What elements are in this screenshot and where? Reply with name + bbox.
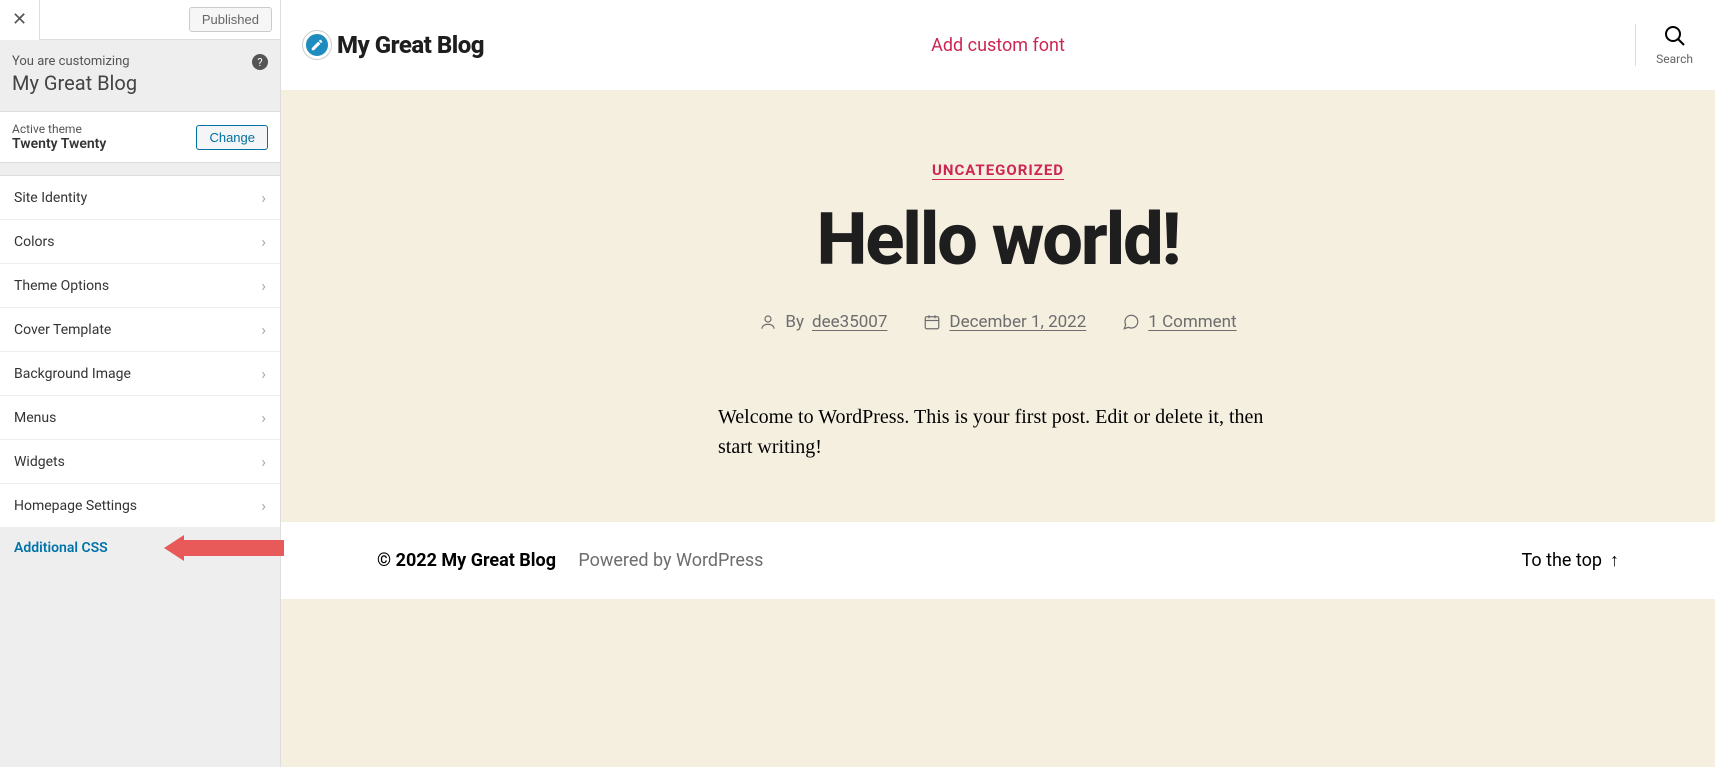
site-footer: © 2022 My Great Blog Powered by WordPres… [281, 522, 1715, 599]
post-area: UNCATEGORIZED Hello world! By dee35007 D… [281, 90, 1715, 522]
nav-link-add-font[interactable]: Add custom font [931, 35, 1065, 56]
sidebar-item-label: Colors [14, 234, 54, 250]
post-comments: 1 Comment [1122, 312, 1236, 332]
post-category-link[interactable]: UNCATEGORIZED [932, 161, 1064, 179]
chevron-right-icon: › [261, 320, 266, 339]
sidebar-item-label: Menus [14, 410, 56, 426]
sidebar-item-cover-template[interactable]: Cover Template › [0, 308, 280, 352]
change-theme-button[interactable]: Change [196, 125, 268, 150]
footer-spacer [281, 599, 1715, 767]
date-link[interactable]: December 1, 2022 [949, 312, 1086, 332]
customizer-sidebar: ✕ Published You are customizing My Great… [0, 0, 281, 767]
sidebar-menu: Site Identity›Colors›Theme Options›Cover… [0, 175, 280, 569]
post-author: By dee35007 [759, 312, 887, 332]
sidebar-item-label: Additional CSS [14, 540, 108, 556]
site-header: My Great Blog Add custom font Search [281, 0, 1715, 90]
sidebar-item-label: Cover Template [14, 322, 111, 338]
chevron-right-icon: › [261, 188, 266, 207]
sidebar-item-label: Widgets [14, 454, 65, 470]
sidebar-item-colors[interactable]: Colors › [0, 220, 280, 264]
footer-copyright: © 2022 My Great Blog [377, 550, 556, 571]
help-icon[interactable]: ? [252, 54, 268, 70]
calendar-icon [923, 313, 941, 331]
post-meta: By dee35007 December 1, 2022 1 Comment [321, 312, 1675, 332]
chevron-right-icon: › [261, 232, 266, 251]
post-title[interactable]: Hello world! [321, 197, 1675, 282]
search-label: Search [1656, 52, 1693, 66]
site-brand[interactable]: My Great Blog [303, 31, 484, 59]
active-theme-label: Active theme [12, 122, 106, 136]
search-toggle[interactable]: Search [1635, 24, 1693, 66]
to-top-link[interactable]: To the top ↑ [1522, 550, 1620, 571]
sidebar-item-additional-css[interactable]: Additional CSS [0, 528, 280, 569]
sidebar-item-label: Background Image [14, 366, 131, 382]
comments-link[interactable]: 1 Comment [1148, 312, 1236, 332]
customizing-label: You are customizing [12, 54, 268, 69]
search-icon [1663, 24, 1687, 48]
by-label: By [785, 312, 804, 332]
customizing-site-name: My Great Blog [12, 71, 268, 95]
author-link[interactable]: dee35007 [812, 312, 887, 332]
person-icon [759, 313, 777, 331]
sidebar-item-theme-options[interactable]: Theme Options › [0, 264, 280, 308]
chevron-right-icon: › [261, 364, 266, 383]
preview-pane: My Great Blog Add custom font Search UNC… [281, 0, 1715, 767]
sidebar-item-widgets[interactable]: Widgets › [0, 440, 280, 484]
sidebar-item-label: Theme Options [14, 278, 109, 294]
active-theme-name: Twenty Twenty [12, 136, 106, 152]
footer-powered-link[interactable]: Powered by WordPress [578, 550, 763, 571]
callout-arrow [164, 535, 284, 561]
to-top-label: To the top [1522, 550, 1603, 571]
edit-shortcut-icon[interactable] [303, 31, 331, 59]
sidebar-intro: You are customizing My Great Blog ? [0, 40, 280, 111]
close-button[interactable]: ✕ [0, 0, 40, 40]
chevron-right-icon: › [261, 276, 266, 295]
chevron-right-icon: › [261, 452, 266, 471]
comment-icon [1122, 313, 1140, 331]
footer-left: © 2022 My Great Blog Powered by WordPres… [377, 550, 763, 571]
arrow-up-icon: ↑ [1610, 550, 1619, 571]
primary-nav: Add custom font [931, 35, 1065, 56]
publish-status-button[interactable]: Published [189, 7, 272, 32]
sidebar-item-homepage-settings[interactable]: Homepage Settings › [0, 484, 280, 528]
site-title[interactable]: My Great Blog [337, 31, 484, 59]
sidebar-item-site-identity[interactable]: Site Identity › [0, 176, 280, 220]
sidebar-top-bar: ✕ Published [0, 0, 280, 40]
sidebar-item-label: Homepage Settings [14, 498, 137, 514]
chevron-right-icon: › [261, 408, 266, 427]
post-content: Welcome to WordPress. This is your first… [718, 402, 1278, 462]
chevron-right-icon: › [261, 496, 266, 515]
sidebar-item-label: Site Identity [14, 190, 87, 206]
active-theme-row: Active theme Twenty Twenty Change [0, 111, 280, 163]
sidebar-item-menus[interactable]: Menus › [0, 396, 280, 440]
sidebar-item-background-image[interactable]: Background Image › [0, 352, 280, 396]
post-date: December 1, 2022 [923, 312, 1086, 332]
